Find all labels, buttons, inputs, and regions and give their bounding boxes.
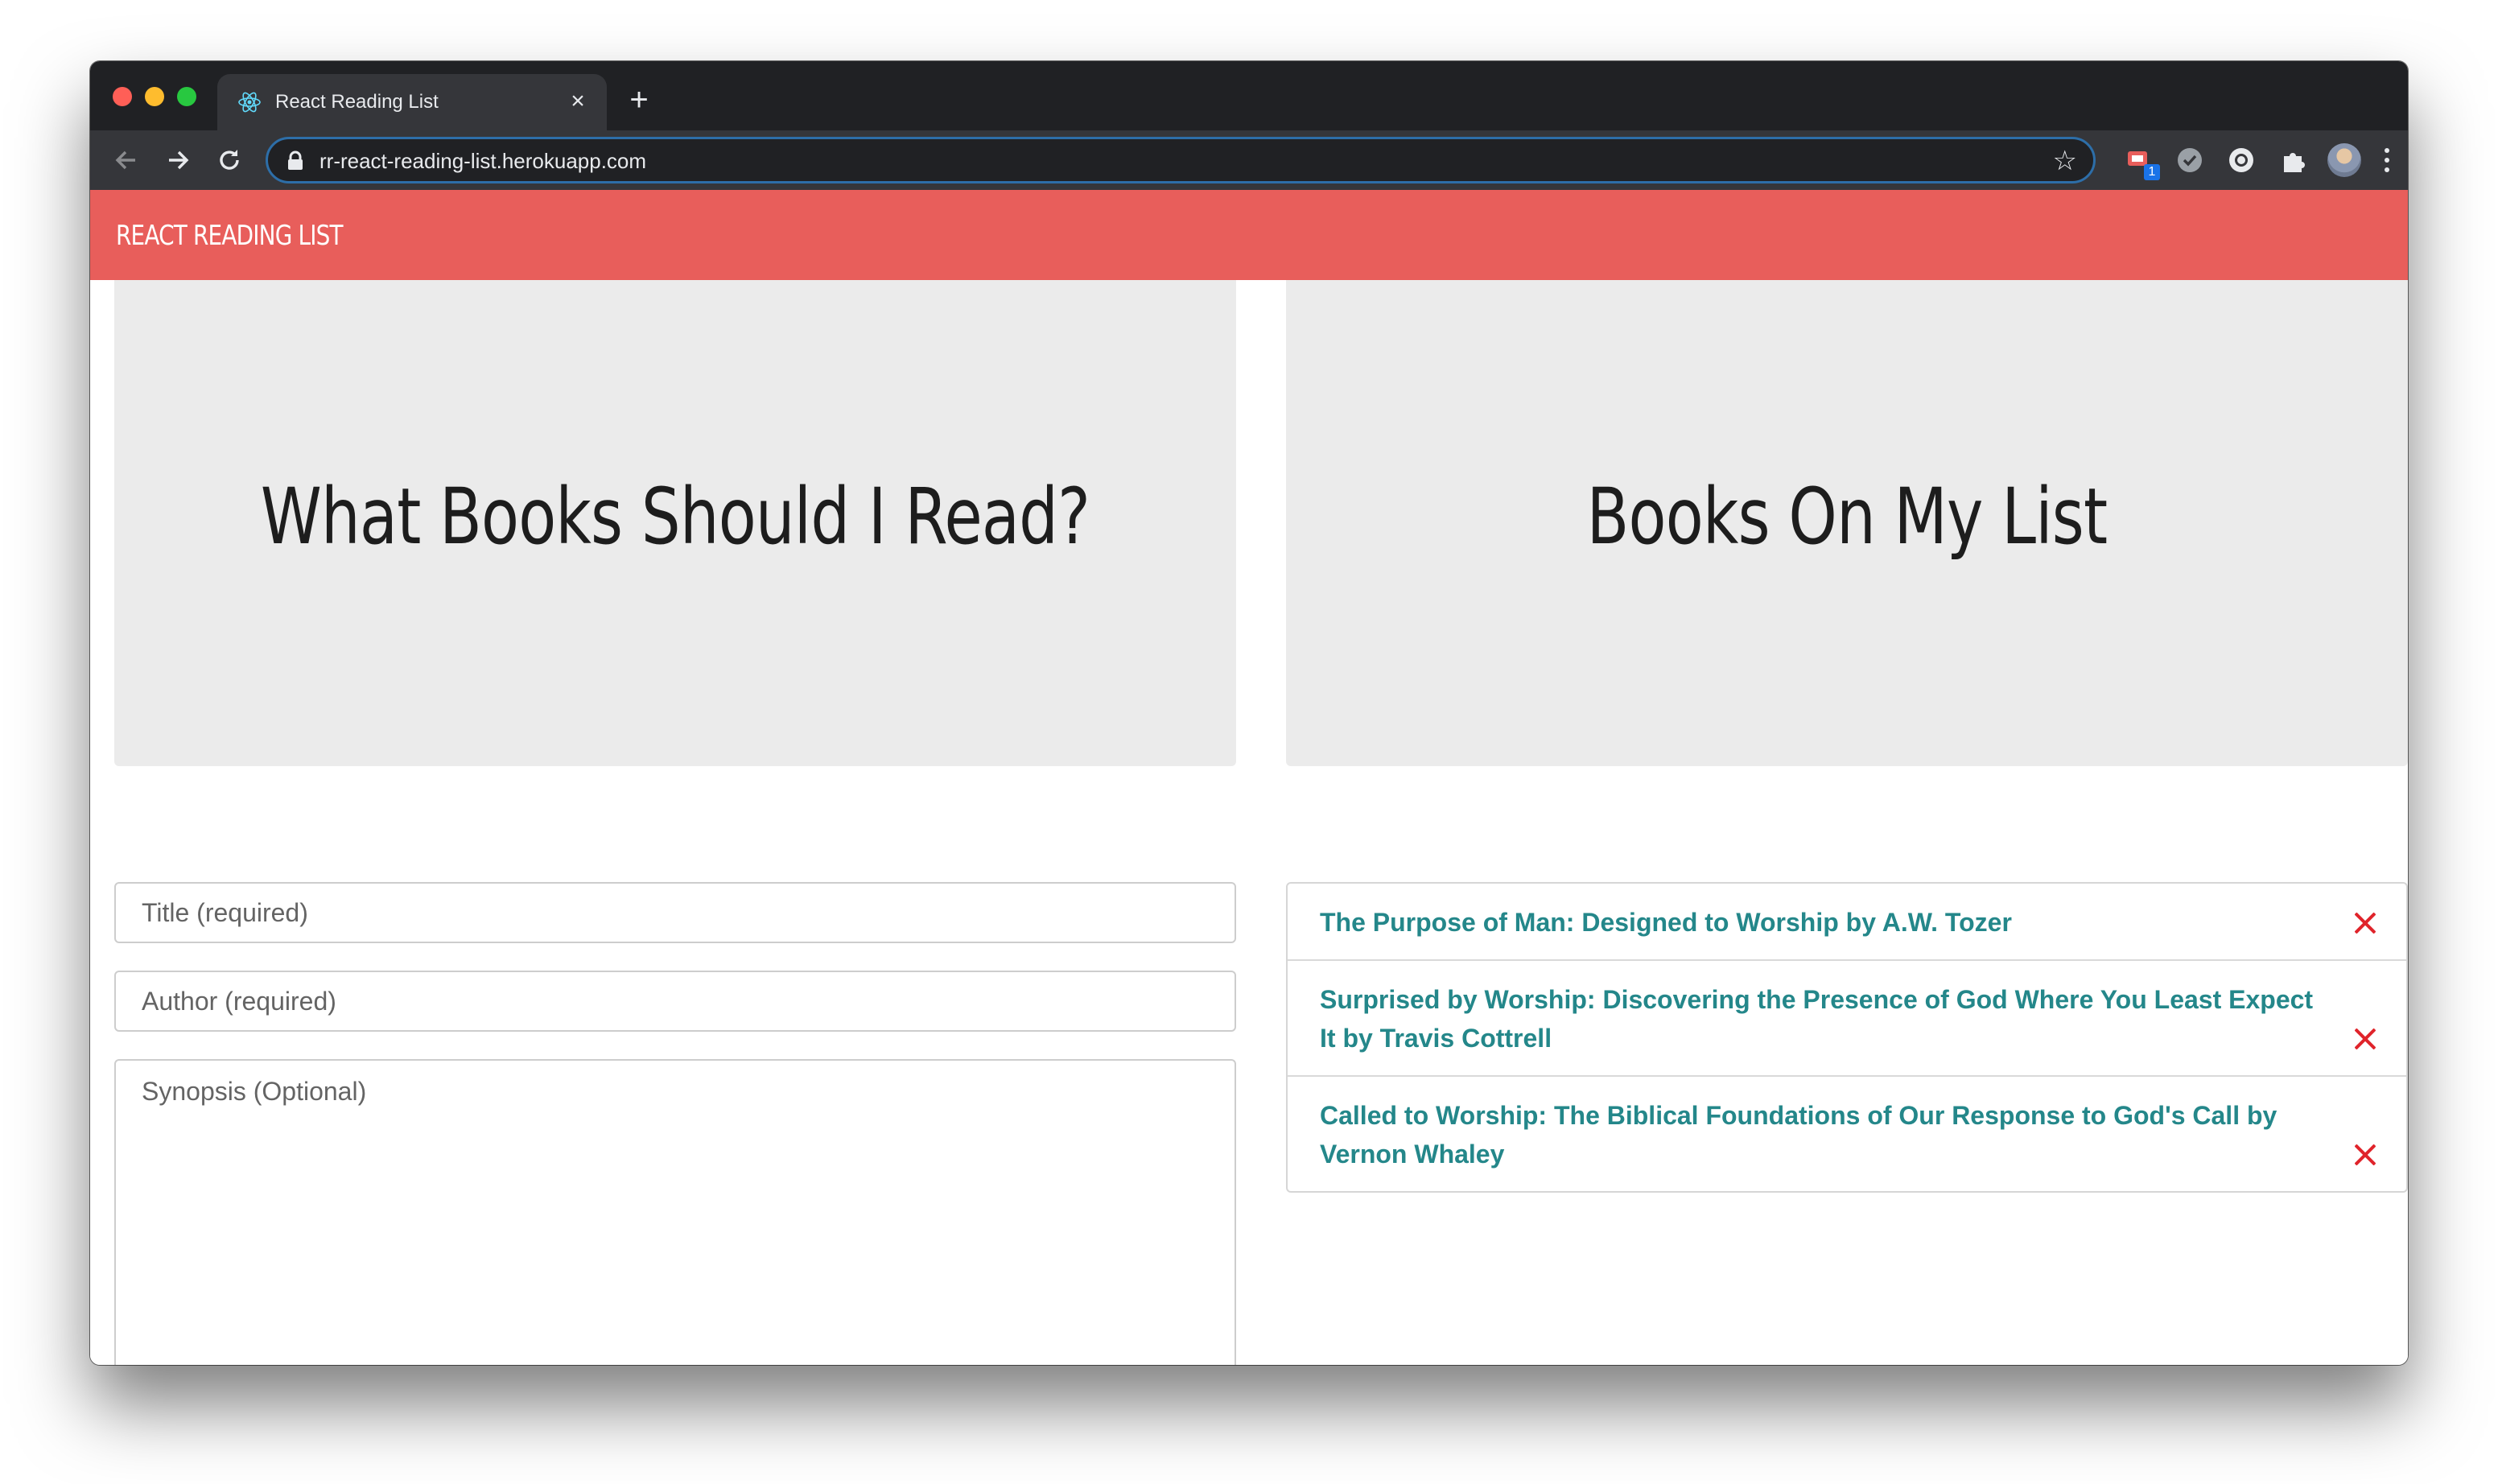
book-link[interactable]: Called to Worship: The Biblical Foundati… [1320, 1096, 2329, 1173]
what-books-jumbotron: What Books Should I Read? [114, 280, 1236, 766]
list-item: The Purpose of Man: Designed to Worship … [1288, 884, 2406, 961]
minimize-window-button[interactable] [145, 87, 164, 106]
browser-window: React Reading List × + rr-react-reading-… [90, 61, 2408, 1365]
checkmark-extension-icon[interactable] [2174, 145, 2205, 175]
bookmark-star-icon[interactable]: ☆ [2053, 146, 2077, 176]
tab-title: React Reading List [275, 91, 439, 113]
my-list-jumbotron: Books On My List [1286, 280, 2408, 766]
book-link[interactable]: The Purpose of Man: Designed to Worship … [1320, 903, 2329, 942]
lock-icon [288, 150, 303, 170]
close-window-button[interactable] [113, 87, 132, 106]
my-list-heading: Books On My List [1586, 472, 2108, 562]
back-arrow-icon[interactable] [108, 142, 145, 179]
list-item: Surprised by Worship: Discovering the Pr… [1288, 961, 2406, 1077]
book-link[interactable]: Surprised by Worship: Discovering the Pr… [1320, 980, 2329, 1057]
reload-icon[interactable] [211, 142, 248, 179]
browser-toolbar: rr-react-reading-list.herokuapp.com ☆ 1 [90, 130, 2408, 190]
author-input[interactable]: Author (required) [114, 971, 1236, 1032]
navbar-brand[interactable]: REACT READING LIST [116, 219, 344, 253]
puzzle-extensions-icon[interactable] [2277, 145, 2308, 175]
url-text: rr-react-reading-list.herokuapp.com [319, 149, 647, 173]
browser-tab[interactable]: React Reading List × [217, 74, 607, 130]
what-books-heading: What Books Should I Read? [260, 472, 1090, 562]
globe-extension-icon[interactable] [2226, 145, 2257, 175]
new-tab-button[interactable]: + [623, 84, 655, 116]
forward-arrow-icon[interactable] [159, 142, 196, 179]
more-menu-icon[interactable] [2377, 143, 2397, 177]
browser-titlebar: React Reading List × + [90, 61, 2408, 130]
extension-icon[interactable]: 1 [2125, 145, 2160, 180]
react-logo-icon [238, 92, 261, 113]
book-list: The Purpose of Man: Designed to Worship … [1286, 882, 2408, 1193]
tab-close-icon[interactable]: × [563, 87, 592, 116]
app-navbar: REACT READING LIST [90, 190, 2408, 280]
profile-avatar[interactable] [2327, 143, 2361, 177]
list-item: Called to Worship: The Biblical Foundati… [1288, 1077, 2406, 1191]
extension-badge: 1 [2144, 164, 2160, 180]
title-input[interactable]: Title (required) [114, 882, 1236, 943]
synopsis-textarea[interactable]: Synopsis (Optional) [114, 1059, 1236, 1365]
remove-book-icon[interactable] [2353, 1143, 2377, 1167]
remove-book-icon[interactable] [2353, 911, 2377, 935]
page-viewport: REACT READING LIST What Books Should I R… [90, 190, 2408, 1365]
address-bar[interactable]: rr-react-reading-list.herokuapp.com ☆ [266, 137, 2096, 183]
remove-book-icon[interactable] [2353, 1027, 2377, 1051]
maximize-window-button[interactable] [177, 87, 196, 106]
